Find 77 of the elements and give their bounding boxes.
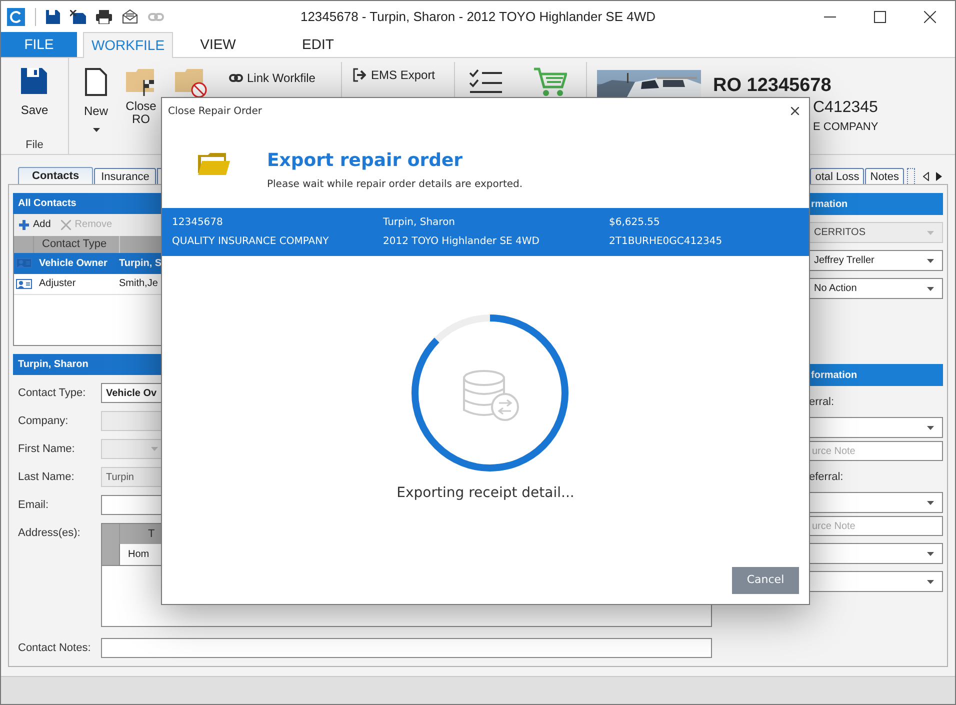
export-icon bbox=[353, 68, 366, 82]
save-icon[interactable] bbox=[46, 10, 60, 24]
ribbon-tab[interactable]: VIEW bbox=[173, 31, 263, 57]
table-cell-text: Adjuster bbox=[38, 277, 77, 292]
dropdown-arrow-icon bbox=[927, 230, 934, 234]
table-cell-text: Vehicle Owner bbox=[38, 256, 108, 271]
maximize-icon[interactable] bbox=[874, 10, 886, 22]
vin-text: C412345 bbox=[813, 99, 878, 117]
folder-flag-icon bbox=[126, 68, 156, 96]
content-tab[interactable]: Insurance bbox=[94, 168, 156, 184]
field-label: Contact Type: bbox=[17, 386, 87, 401]
table-cell-text: Turpin, S bbox=[119, 256, 162, 271]
content-tab[interactable]: otal Loss bbox=[810, 168, 864, 184]
field-label: Contact Notes: bbox=[17, 641, 92, 656]
plus-icon bbox=[19, 220, 29, 230]
dropdown-arrow-icon bbox=[927, 500, 934, 504]
summary-text: $6,625.55 bbox=[609, 216, 660, 230]
dropdown-arrow-icon bbox=[151, 447, 158, 451]
add-button[interactable]: Add bbox=[19, 217, 51, 232]
app-logo-icon[interactable] bbox=[7, 8, 25, 26]
save-button[interactable]: Save bbox=[20, 68, 48, 119]
folder-icon bbox=[198, 153, 230, 175]
column-header: T bbox=[147, 527, 155, 542]
summary-text: 12345678 bbox=[172, 216, 224, 230]
scroll-right-icon[interactable] bbox=[936, 172, 942, 181]
link-icon bbox=[229, 74, 243, 82]
cart-icon[interactable] bbox=[533, 67, 567, 97]
caret-icon bbox=[92, 128, 100, 132]
table-cell-text: Smith,Je bbox=[119, 277, 158, 292]
status-text: Exporting receipt detail... bbox=[396, 484, 574, 503]
ems-export-button[interactable]: EMS Export bbox=[353, 66, 436, 84]
summary-text: QUALITY INSURANCE COMPANY bbox=[172, 235, 330, 249]
summary-text: Turpin, Sharon bbox=[383, 216, 456, 230]
new-button[interactable]: New bbox=[81, 68, 111, 132]
close-ro-button[interactable]: Close RO bbox=[121, 68, 161, 126]
field-label: Company: bbox=[17, 414, 70, 429]
ro-number: RO 12345678 bbox=[713, 75, 832, 97]
ribbon-tab[interactable]: EDIT bbox=[273, 31, 363, 57]
scroll-left-icon[interactable] bbox=[923, 172, 929, 181]
content-tab[interactable]: Contacts bbox=[18, 167, 94, 184]
input-field[interactable] bbox=[101, 638, 712, 658]
close-icon bbox=[60, 220, 71, 230]
link-workfile-button[interactable]: Link Workfile bbox=[229, 69, 316, 87]
contact-card-icon bbox=[16, 258, 32, 268]
file-tab[interactable]: FILE bbox=[1, 31, 77, 57]
dropdown-arrow-icon bbox=[927, 286, 934, 290]
dialog-title: Close Repair Order bbox=[168, 104, 262, 118]
field-label: eferral: bbox=[808, 470, 844, 485]
close-icon[interactable] bbox=[791, 107, 799, 115]
dropdown-arrow-icon bbox=[927, 426, 934, 430]
field-label: Address(es): bbox=[17, 526, 82, 541]
envelope-icon[interactable] bbox=[122, 9, 138, 24]
ribbon-tab[interactable]: WORKFILE bbox=[83, 32, 173, 58]
field-label: Last Name: bbox=[17, 470, 76, 485]
remove-button: Remove bbox=[60, 217, 112, 232]
database-icon bbox=[462, 370, 520, 422]
folder-prohibited-icon[interactable] bbox=[175, 68, 207, 98]
dialog-heading: Export repair order bbox=[267, 151, 464, 171]
cancel-button[interactable]: Cancel bbox=[732, 567, 799, 594]
field-label: Email: bbox=[17, 498, 50, 513]
print-icon[interactable] bbox=[96, 10, 112, 24]
group-label: File bbox=[26, 138, 44, 153]
dropdown-arrow-icon bbox=[927, 258, 934, 262]
content-tab[interactable]: Notes bbox=[865, 168, 904, 184]
close-icon[interactable] bbox=[924, 10, 936, 22]
dialog-subtitle: Please wait while repair order details are exported. bbox=[267, 178, 523, 192]
dropdown-arrow-icon bbox=[927, 552, 934, 556]
window-title: 12345678 - Turpin, Sharon - 2012 TOYO Highlander SE 4WD bbox=[300, 8, 656, 24]
document-icon bbox=[85, 68, 107, 96]
save-close-icon[interactable] bbox=[70, 10, 86, 24]
field-label: First Name: bbox=[17, 442, 76, 457]
insurer-text: E COMPANY bbox=[813, 120, 878, 134]
field-label: erral: bbox=[808, 395, 836, 410]
checklist-icon[interactable] bbox=[469, 68, 503, 94]
summary-text: 2012 TOYO Highlander SE 4WD bbox=[383, 235, 540, 249]
save-icon bbox=[21, 68, 48, 94]
dropdown-arrow-icon bbox=[927, 580, 934, 584]
